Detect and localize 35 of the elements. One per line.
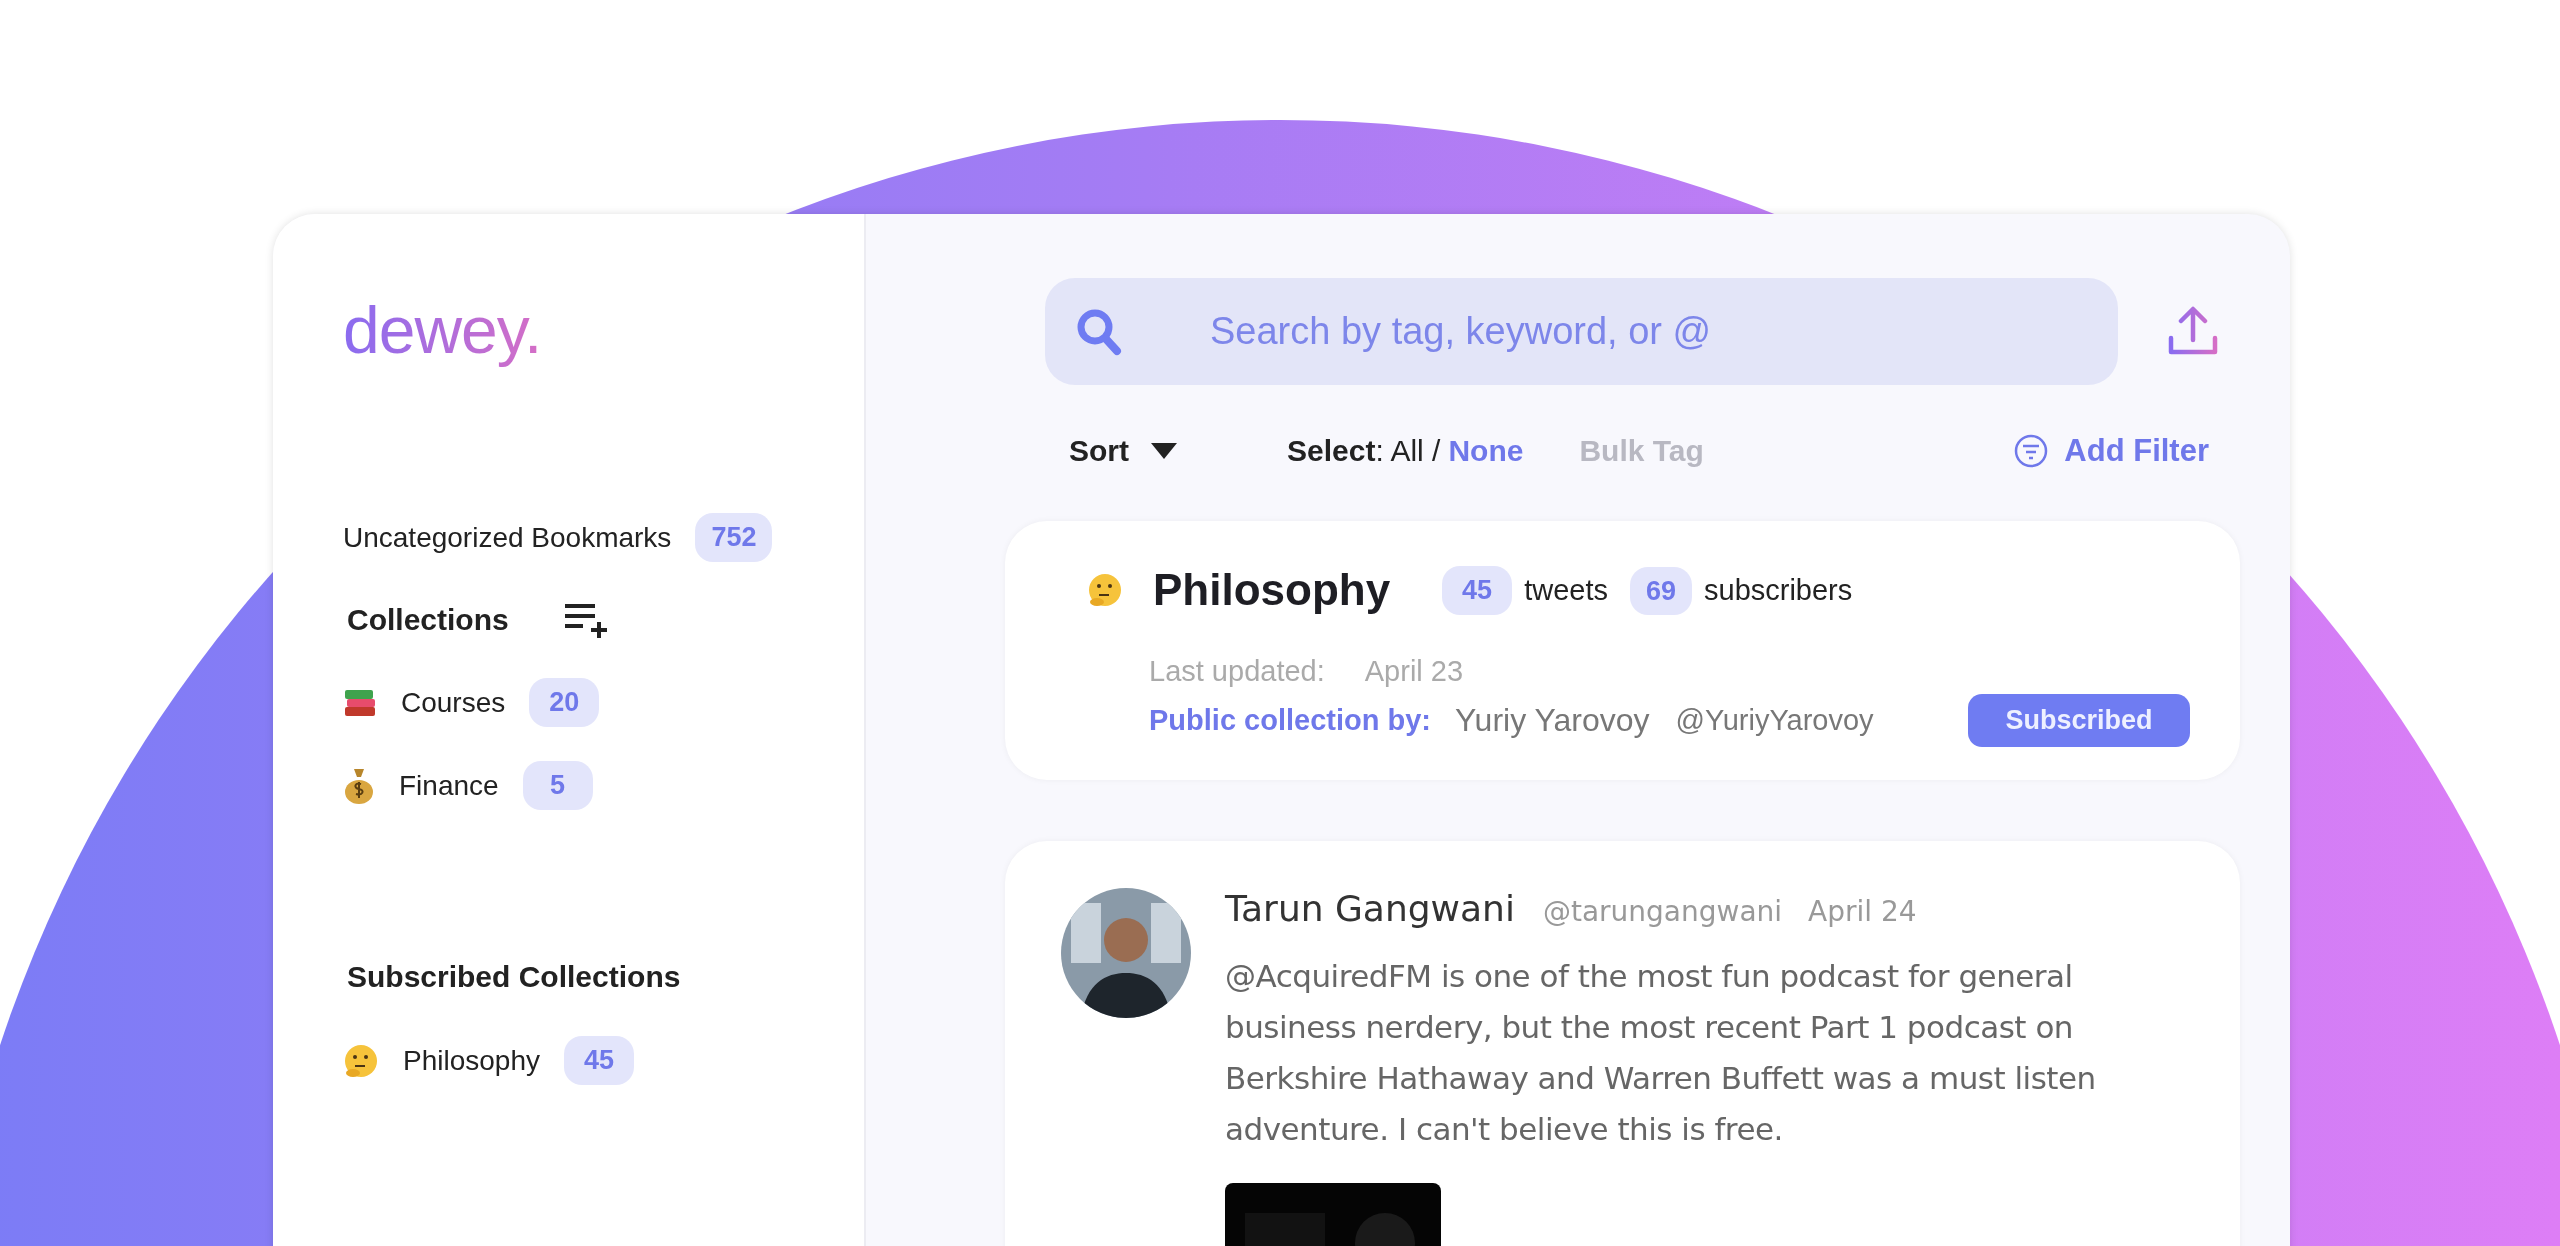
filter-icon [2014, 434, 2049, 468]
uncategorized-link[interactable]: Uncategorized Bookmarks [343, 521, 672, 554]
count-badge: 45 [564, 1036, 634, 1085]
tweet-date: April 24 [1808, 895, 1917, 928]
caret-icon [1151, 443, 1177, 459]
section-heading: Collections [347, 603, 509, 637]
count-badge: 20 [529, 678, 600, 727]
updated-label: Last updated: [1149, 655, 1325, 688]
tweet-handle: @tarungangwani [1542, 895, 1783, 928]
author-label: Public collection by: [1149, 704, 1431, 737]
author-name: Yuriy Yarovoy [1455, 702, 1650, 739]
sort-dropdown[interactable]: Sort [1069, 434, 1177, 468]
count-badge: 5 [522, 761, 593, 810]
count-badge: 45 [1442, 565, 1513, 615]
collection-name[interactable]: Philosophy [403, 1044, 540, 1077]
collection-title: Philosophy [1153, 565, 1391, 615]
add-filter-button[interactable]: Add Filter [2014, 433, 2209, 469]
author-handle: @YuriyYarovoy [1675, 704, 1874, 737]
select-label: Select: All / [1287, 434, 1441, 468]
updated-date: April 23 [1364, 655, 1464, 688]
tweet-text: @AcquiredFM is one of the most fun podcast for general business nerdery, but the most recent Part 1 podcast on Berkshire Hathaway and Warren Buffett was a must listen adventure. I can't believe this is free. [1225, 957, 2097, 1149]
stat-label: tweets [1524, 573, 1608, 607]
count-badge: 69 [1629, 566, 1692, 615]
thinking-face-icon [1087, 572, 1123, 608]
select-none-link[interactable]: None [1448, 434, 1524, 468]
section-heading: Subscribed Collections [347, 960, 681, 994]
money-bag-icon [343, 766, 375, 805]
search-icon [1075, 307, 1123, 357]
thinking-face-icon [343, 1042, 379, 1079]
collection-name[interactable]: Finance [399, 769, 499, 802]
search-field[interactable]: Search by tag, keyword, or @ [1045, 278, 2118, 385]
count-badge: 752 [695, 513, 773, 562]
collection-name[interactable]: Courses [401, 686, 506, 719]
stat-label: subscribers [1704, 573, 1853, 607]
tweet-author: Tarun Gangwani [1225, 888, 1515, 929]
